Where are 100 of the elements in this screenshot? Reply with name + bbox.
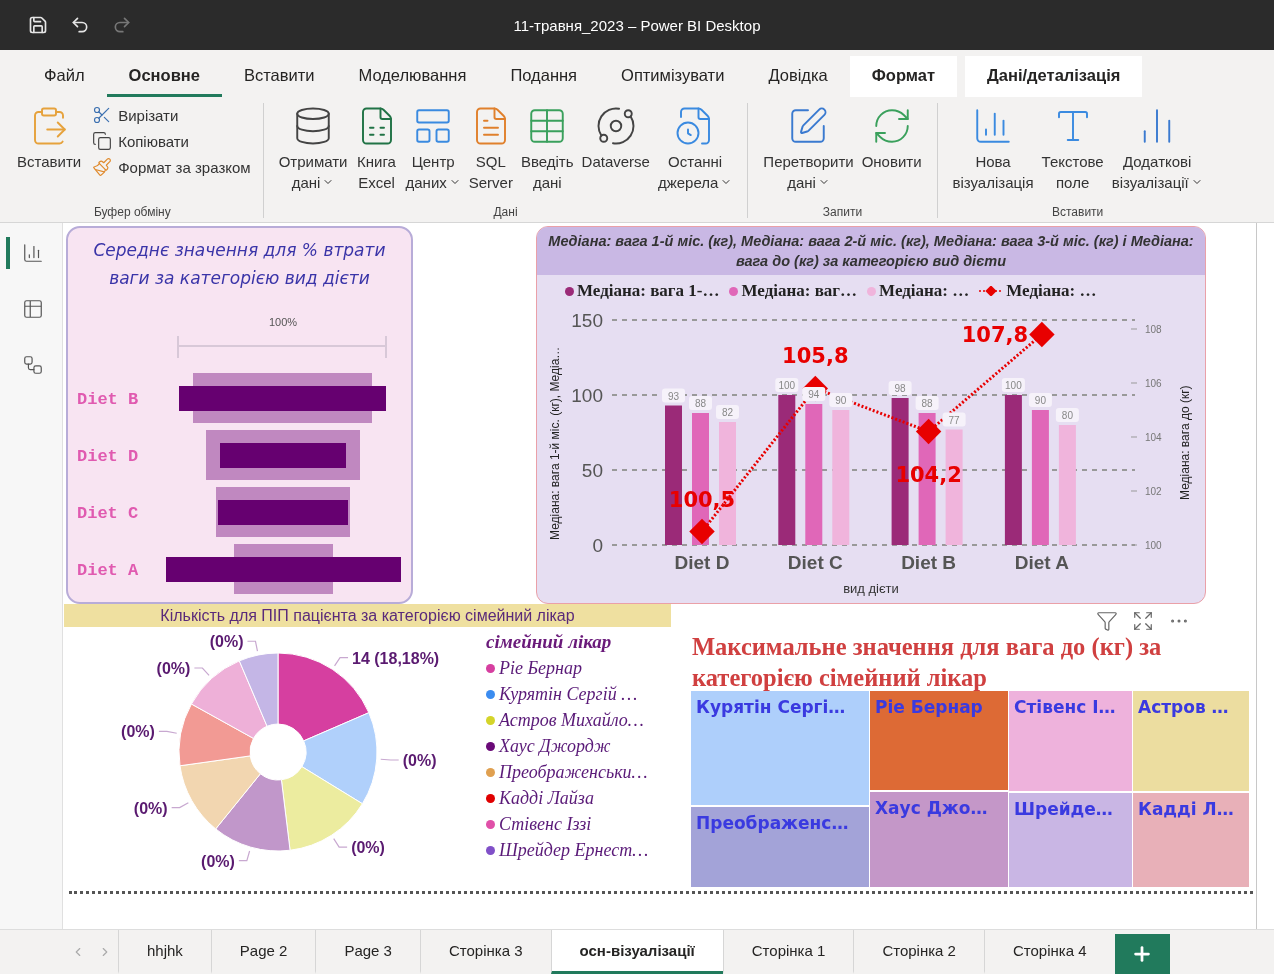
data-label: 77 [942, 412, 966, 427]
data-label: (0%) [133, 799, 168, 817]
data-label: 94 [808, 389, 820, 400]
ribbon-button[interactable]: Оновити [858, 105, 925, 172]
data-label: 94 [802, 387, 826, 401]
legend-label: Кадді Лайза [499, 788, 594, 809]
ribbon-tab[interactable]: Файл [22, 56, 107, 97]
ribbon-button[interactable]: Формат за зразком [92, 157, 251, 177]
category-label: Diet C [77, 504, 139, 523]
ribbon-button[interactable]: Отримати дані [275, 105, 351, 193]
axis-label: 50 [581, 460, 603, 481]
expand-icon[interactable] [1132, 610, 1154, 632]
category-label: Diet B [77, 390, 139, 409]
undo-icon[interactable] [70, 15, 90, 35]
data-label: 88 [921, 398, 934, 409]
axis-title: Медіана: вага до (кг) [1178, 385, 1192, 500]
data-label: 88 [694, 398, 707, 409]
page-tab[interactable]: Сторінка 2 [853, 930, 984, 974]
axis-label: 106 [1145, 378, 1162, 389]
window-title: 11-травня_2023 – Power BI Desktop [512, 16, 762, 34]
axis-title: вид дієти [843, 581, 899, 596]
ribbon-button[interactable]: Введіть дані [517, 105, 577, 193]
tile-label: Кадді Л… [1138, 799, 1234, 820]
report-view-icon [22, 242, 44, 264]
data-label: 80 [1061, 410, 1074, 421]
line-marker [689, 518, 715, 545]
ribbon-tab[interactable]: Довідка [746, 56, 850, 97]
group-label: Буфер обміну [92, 205, 172, 221]
data-label: 90 [1034, 395, 1047, 406]
legend-label: Преображенськи… [499, 762, 648, 783]
ribbon-button[interactable]: Копіювати [92, 131, 251, 151]
ribbon-tab[interactable]: Подання [488, 56, 600, 97]
tile-label: Астров … [1138, 697, 1229, 717]
axis-title: Медіана: вага 1-й міс. (кг), Медіа… [548, 346, 562, 540]
page-tab[interactable]: hhjhk [118, 930, 211, 974]
leader-line [333, 838, 348, 848]
page-tab[interactable]: Page 3 [315, 930, 420, 974]
group-label: Запити [821, 205, 864, 221]
axis-label: Diet B [901, 552, 957, 573]
ribbon-tab[interactable]: Основне [106, 56, 222, 97]
data-label: 100 [775, 378, 799, 392]
model-view-icon [22, 354, 44, 376]
redo-icon[interactable] [112, 15, 132, 35]
ribbon-tab[interactable]: Оптимізувати [599, 56, 747, 97]
ribbon-button[interactable]: Центр даних [402, 105, 464, 193]
page-tab[interactable]: Сторінка 3 [419, 930, 551, 974]
data-label: 77 [948, 414, 961, 426]
ribbon-button[interactable]: Текстове поле [1038, 105, 1107, 193]
category-label: Diet A [77, 561, 139, 580]
ribbon-button[interactable]: Додаткові візуалізації [1108, 105, 1206, 193]
legend-label: Шрейдер Ернест… [499, 840, 649, 861]
ribbon-button[interactable]: Нова візуалізація [949, 105, 1037, 193]
category-label: Diet D [77, 447, 139, 466]
page-tab[interactable]: Page 2 [210, 930, 316, 974]
ribbon-tab[interactable]: Моделювання [336, 56, 489, 97]
filter-icon[interactable] [1096, 610, 1118, 632]
data-label: (0%) [121, 723, 155, 741]
data-label: 90 [829, 393, 853, 407]
ribbon-button[interactable]: Вирізати [92, 105, 251, 125]
legend-label: Медіана: вага 1-… [577, 281, 720, 301]
axis-label: 104 [1145, 432, 1162, 443]
chart-title: Середнє значення для % втрати ваги за категорією вид дієти [92, 239, 387, 290]
tile-label: Хаус Джо… [875, 797, 988, 818]
data-label: 82 [721, 407, 734, 418]
data-label: 14 (18,18%) [352, 649, 440, 667]
legend-label: Медіана: … [1006, 281, 1097, 301]
ribbon-button[interactable]: Перетворити дані [760, 105, 857, 193]
data-label: 100 [1005, 380, 1023, 391]
data-label: (0%) [156, 660, 191, 677]
tile-label: Курятін Сергі… [696, 697, 846, 717]
page-tab[interactable]: Сторінка 1 [722, 930, 854, 974]
ribbon-button[interactable]: Вставити [14, 105, 85, 172]
ribbon-button[interactable]: SQL Server [465, 105, 516, 193]
leader-line [380, 758, 400, 761]
ribbon-button[interactable]: Книга Excel [352, 105, 401, 193]
chart-title: Медіана: вага 1-й міс. (кг), Медіана: вага 2-й міс. (кг), Медіана: вага 3-й міс. (кг) і Медіана: вага до (кг) за категорією вид дієти [537, 227, 1205, 275]
table-view-icon [22, 298, 44, 320]
leader-line [158, 730, 178, 734]
ribbon-button[interactable]: Dataverse [578, 105, 653, 172]
tile-label: Шрейде… [1014, 799, 1113, 820]
data-label: (0%) [402, 752, 437, 769]
ribbon-tab[interactable]: Вставити [221, 56, 337, 97]
legend-label: Медіана: ваг… [741, 281, 858, 301]
save-icon[interactable] [28, 15, 48, 35]
axis-label: 108 [1145, 324, 1162, 335]
page-tab[interactable]: Сторінка 4 [983, 930, 1115, 974]
copy-icon [92, 131, 113, 151]
legend-label: Хаус Джордж [499, 736, 611, 757]
paintbrush-icon [92, 157, 113, 177]
data-label: 105,8 [782, 344, 849, 369]
page-tab[interactable]: осн-візуалізації [550, 930, 723, 974]
ribbon-tab[interactable]: Формат [849, 56, 958, 97]
axis-label: 0 [592, 535, 603, 556]
tile-label: Стівенс І… [1014, 697, 1116, 717]
data-label: 90 [835, 395, 847, 406]
ribbon-tab[interactable]: Дані/деталізація [965, 56, 1143, 97]
ribbon-button[interactable]: Останні джерела [654, 105, 736, 193]
leader-line [238, 850, 251, 862]
axis-label: Diet A [1014, 552, 1069, 573]
add-page-button[interactable] [1114, 934, 1170, 974]
